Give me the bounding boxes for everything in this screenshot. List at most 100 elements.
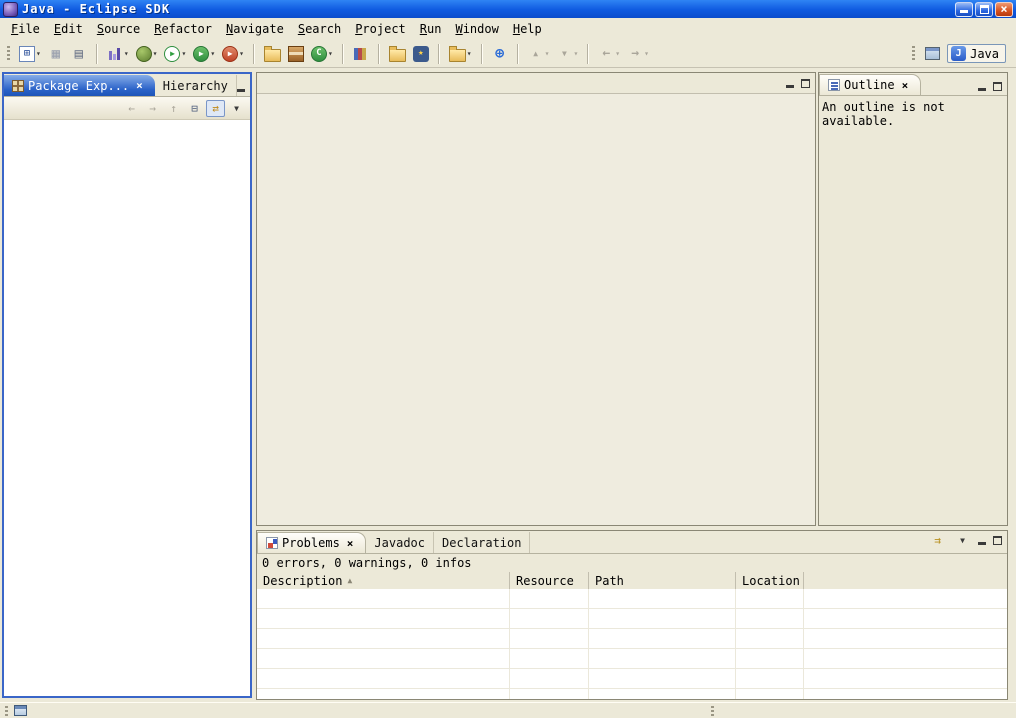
minimize-view-icon[interactable]: [978, 536, 987, 545]
web-browser-button[interactable]: ⊕: [489, 43, 511, 65]
minimize-editor-icon[interactable]: [786, 79, 795, 88]
menu-run[interactable]: Run: [413, 19, 449, 39]
link-with-editor-button[interactable]: ⇄: [206, 100, 225, 117]
problems-table-body[interactable]: [257, 589, 1007, 699]
search-button[interactable]: ★: [410, 43, 432, 65]
maximize-view-icon[interactable]: [993, 82, 1002, 91]
toolbar-drag-handle[interactable]: [7, 46, 10, 62]
table-row: [257, 689, 1007, 699]
statusbar-drag-handle[interactable]: [5, 706, 8, 716]
new-java-project-button[interactable]: [261, 42, 284, 65]
outline-tab-label: Outline: [844, 78, 895, 92]
save-button[interactable]: ▦: [45, 43, 67, 65]
toolbar-separator: [96, 44, 98, 64]
problems-tabrow: Problems × Javadoc Declaration ⇉ ▼: [257, 531, 1007, 554]
collapse-all-button[interactable]: ⊟: [185, 100, 204, 117]
menu-edit[interactable]: Edit: [47, 19, 90, 39]
back-view-button[interactable]: ←: [122, 100, 141, 117]
dropdown-arrow-icon: ▾: [124, 50, 129, 58]
tab-outline[interactable]: Outline ×: [819, 74, 921, 95]
forward-button[interactable]: → ▾: [624, 43, 652, 65]
close-icon: ×: [1000, 3, 1007, 15]
close-tab-icon[interactable]: ×: [136, 80, 143, 91]
open-perspective-button[interactable]: [922, 44, 943, 63]
close-button[interactable]: ×: [995, 2, 1013, 17]
debug-button[interactable]: ▾: [133, 43, 161, 65]
print-button[interactable]: ▤: [68, 43, 90, 65]
close-tab-icon[interactable]: ×: [347, 538, 354, 549]
fast-view-icon[interactable]: [14, 705, 27, 716]
java-perspective-button[interactable]: J Java: [947, 44, 1006, 63]
external-tools-button[interactable]: ▶ ▾: [219, 43, 247, 65]
outline-empty-message: An outline is not available.: [819, 96, 1007, 132]
menu-refactor[interactable]: Refactor: [147, 19, 219, 39]
run-as-button[interactable]: ▶ ▾: [190, 43, 218, 65]
menu-file[interactable]: File: [4, 19, 47, 39]
statusbar-center-handle[interactable]: [711, 706, 714, 716]
problems-table-header: Description ▲ Resource Path Location: [257, 572, 1007, 590]
open-resource-icon: [449, 49, 466, 62]
run-play-icon: ▶: [164, 46, 180, 62]
profile-button[interactable]: ▾: [104, 43, 132, 65]
back-button[interactable]: ← ▾: [595, 43, 623, 65]
tab-javadoc[interactable]: Javadoc: [366, 532, 434, 553]
maximize-editor-icon[interactable]: [801, 79, 810, 88]
package-explorer-tree[interactable]: [4, 120, 250, 696]
column-resource[interactable]: Resource: [510, 572, 589, 590]
outline-tabrow: Outline ×: [819, 73, 1007, 96]
column-location-label: Location: [742, 574, 800, 588]
view-menu-button[interactable]: ▼: [953, 532, 972, 549]
tab-package-explorer[interactable]: Package Exp... ×: [4, 75, 155, 96]
new-class-button[interactable]: C ▾: [308, 43, 336, 65]
maximize-view-icon[interactable]: [993, 536, 1002, 545]
outline-view-controls: [978, 82, 1007, 95]
column-path-label: Path: [595, 574, 624, 588]
minimize-button[interactable]: [955, 2, 973, 17]
open-resource-button[interactable]: ▾: [446, 42, 475, 65]
menu-window[interactable]: Window: [448, 19, 505, 39]
column-description[interactable]: Description ▲: [257, 572, 510, 590]
dropdown-arrow-icon: ▾: [467, 50, 472, 58]
previous-annotation-button[interactable]: ▲ ▾: [525, 43, 553, 65]
dropdown-arrow-icon: ▾: [181, 50, 186, 58]
forward-view-button[interactable]: →: [143, 100, 162, 117]
tab-declaration[interactable]: Declaration: [434, 532, 530, 553]
menu-project[interactable]: Project: [348, 19, 413, 39]
problems-tab-icon: [266, 537, 278, 549]
filter-button[interactable]: ⇉: [928, 532, 947, 549]
java-perspective-label: Java: [970, 47, 999, 61]
tab-problems[interactable]: Problems ×: [257, 532, 366, 553]
run-button[interactable]: ▶ ▾: [161, 43, 189, 65]
next-annotation-button[interactable]: ▼ ▾: [553, 43, 581, 65]
menu-navigate[interactable]: Navigate: [219, 19, 291, 39]
perspective-bar-handle[interactable]: [912, 46, 915, 62]
column-resource-label: Resource: [516, 574, 574, 588]
maximize-button[interactable]: [975, 2, 993, 17]
web-browser-globe-icon: ⊕: [492, 46, 508, 62]
new-package-icon: [288, 46, 304, 62]
problems-view: Problems × Javadoc Declaration ⇉ ▼ 0 err…: [256, 530, 1008, 700]
menu-search[interactable]: Search: [291, 19, 348, 39]
minimize-view-icon[interactable]: [237, 83, 246, 92]
new-wizard-button[interactable]: ⊞ ▾: [16, 43, 44, 65]
open-file-button[interactable]: [386, 42, 409, 65]
table-row: [257, 649, 1007, 669]
close-tab-icon[interactable]: ×: [902, 80, 909, 91]
minimize-view-icon[interactable]: [978, 82, 987, 91]
menu-source[interactable]: Source: [90, 19, 147, 39]
maximize-icon: [980, 5, 989, 14]
view-menu-button[interactable]: ▼: [227, 100, 246, 117]
column-path[interactable]: Path: [589, 572, 736, 590]
up-view-button[interactable]: ↑: [164, 100, 183, 117]
toolbar-group-annotations: ▲ ▾ ▼ ▾: [522, 43, 585, 65]
search-flashlight-icon: ★: [413, 46, 429, 62]
column-location[interactable]: Location: [736, 572, 804, 590]
menu-help[interactable]: Help: [506, 19, 549, 39]
column-description-label: Description: [263, 574, 342, 588]
external-tools-icon: ▶: [222, 46, 238, 62]
tab-hierarchy[interactable]: Hierarchy: [155, 75, 237, 96]
open-type-button[interactable]: [350, 43, 372, 65]
toolbar-separator: [517, 44, 519, 64]
table-row: [257, 669, 1007, 689]
new-package-button[interactable]: [285, 43, 307, 65]
